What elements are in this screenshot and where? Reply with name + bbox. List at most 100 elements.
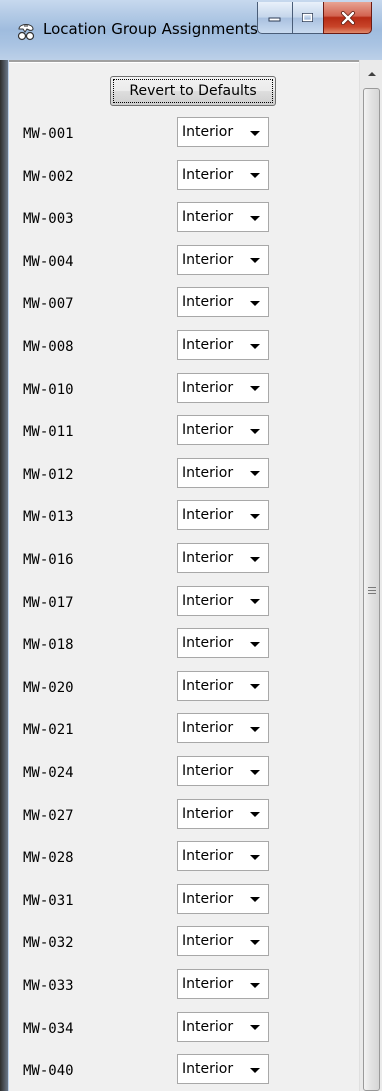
group-dropdown[interactable]: Interior [177, 287, 269, 318]
dropdown-button[interactable] [242, 460, 267, 486]
dropdown-button[interactable] [242, 247, 267, 273]
dropdown-button[interactable] [242, 545, 267, 571]
list-item: MW-032 Interior [9, 926, 349, 962]
group-dropdown[interactable]: Interior [177, 543, 269, 573]
list-item: MW-034 Interior [9, 1011, 349, 1048]
title-bar[interactable]: Location Group Assignments [0, 0, 382, 48]
group-dropdown[interactable]: Interior [177, 670, 269, 701]
dropdown-button[interactable] [242, 673, 267, 699]
group-dropdown[interactable]: Interior [177, 969, 269, 999]
dropdown-button[interactable] [242, 630, 267, 656]
location-id-label: MW-031 [23, 892, 74, 909]
revert-to-defaults-button[interactable]: Revert to Defaults [110, 76, 276, 106]
maximize-icon [302, 12, 313, 22]
dropdown-button[interactable] [242, 1014, 267, 1040]
group-dropdown[interactable]: Interior [177, 798, 269, 829]
group-dropdown[interactable]: Interior [177, 159, 269, 190]
group-dropdown[interactable]: Interior [177, 244, 269, 275]
dropdown-button[interactable] [242, 715, 267, 741]
group-dropdown[interactable]: Interior [177, 1054, 269, 1085]
chevron-down-icon [249, 513, 260, 519]
location-id-label: MW-033 [23, 978, 74, 994]
group-dropdown[interactable]: Interior [177, 841, 269, 872]
client-area: Revert to Defaults MW-001 Interior MW-002 I… [9, 60, 382, 1091]
group-dropdown[interactable]: Interior [177, 202, 269, 233]
dropdown-button[interactable] [242, 332, 267, 358]
scroll-up-button[interactable] [360, 62, 382, 86]
location-id-label: MW-007 [23, 296, 74, 313]
location-id-label: MW-013 [23, 509, 74, 526]
list-item: MW-033 Interior [9, 969, 349, 1005]
group-dropdown[interactable]: Interior [177, 500, 269, 531]
scrollbar-thumb[interactable] [363, 88, 380, 1091]
dropdown-button[interactable] [242, 801, 267, 827]
list-item: MW-013 Interior [9, 500, 349, 536]
group-dropdown-value: Interior [182, 124, 234, 140]
list-item: MW-004 Interior [9, 244, 349, 281]
chevron-down-icon [249, 343, 260, 349]
group-dropdown[interactable]: Interior [177, 628, 269, 659]
group-dropdown-value: Interior [182, 890, 234, 907]
group-dropdown[interactable]: Interior [177, 415, 269, 446]
dropdown-button[interactable] [242, 289, 267, 315]
group-dropdown-value: Interior [182, 933, 234, 950]
group-dropdown[interactable]: Interior [177, 585, 269, 616]
dropdown-button[interactable] [242, 928, 267, 954]
group-dropdown-value: Interior [182, 677, 234, 694]
group-dropdown-value: Interior [182, 720, 234, 737]
group-dropdown-value: Interior [182, 337, 234, 353]
list-item: MW-020 Interior [9, 670, 349, 707]
dropdown-button[interactable] [242, 588, 267, 614]
chevron-down-icon [249, 641, 260, 647]
group-dropdown[interactable]: Interior [177, 926, 269, 957]
list-item: MW-028 Interior [9, 841, 349, 877]
chevron-down-icon [249, 982, 260, 988]
group-dropdown[interactable]: Interior [177, 330, 269, 360]
group-dropdown-value: Interior [182, 635, 234, 652]
list-item: MW-017 Interior [9, 585, 349, 622]
group-dropdown-value: Interior [182, 805, 234, 822]
chevron-down-icon [249, 471, 260, 477]
dropdown-button[interactable] [242, 502, 267, 528]
dropdown-button[interactable] [242, 204, 267, 230]
vertical-scrollbar[interactable] [359, 60, 382, 1091]
location-id-label: MW-010 [23, 381, 74, 398]
dropdown-button[interactable] [242, 971, 267, 997]
dropdown-button[interactable] [242, 417, 267, 443]
minimize-button[interactable] [257, 2, 293, 34]
group-dropdown-value: Interior [182, 209, 234, 226]
dropdown-button[interactable] [242, 886, 267, 912]
chevron-up-icon [367, 72, 376, 76]
group-dropdown[interactable]: Interior [177, 117, 269, 147]
chevron-down-icon [249, 258, 260, 264]
dropdown-button[interactable] [242, 758, 267, 784]
dropdown-button[interactable] [242, 162, 267, 188]
divider [9, 60, 382, 63]
group-dropdown[interactable]: Interior [177, 1011, 269, 1042]
location-id-label: MW-032 [23, 935, 74, 952]
group-dropdown[interactable]: Interior [177, 756, 269, 786]
dropdown-button[interactable] [242, 1056, 267, 1082]
location-id-label: MW-008 [23, 339, 74, 355]
dropdown-button[interactable] [242, 375, 267, 401]
group-dropdown[interactable]: Interior [177, 457, 269, 488]
dropdown-button[interactable] [242, 119, 267, 145]
maximize-button[interactable] [292, 2, 324, 34]
group-dropdown[interactable]: Interior [177, 883, 269, 914]
group-dropdown-value: Interior [182, 550, 234, 566]
grip-icon [368, 587, 376, 594]
window-left-edge [0, 60, 8, 1091]
group-dropdown[interactable]: Interior [177, 713, 269, 744]
chevron-down-icon [249, 1067, 260, 1073]
window: Location Group Assignments Revert to Def… [0, 0, 382, 1091]
group-dropdown[interactable]: Interior [177, 372, 269, 403]
revert-to-defaults-label: Revert to Defaults [129, 83, 257, 99]
chevron-down-icon [249, 556, 260, 562]
list-item: MW-002 Interior [9, 159, 349, 196]
location-id-label: MW-027 [23, 807, 74, 824]
list-item: MW-027 Interior [9, 798, 349, 835]
close-button[interactable] [323, 2, 372, 34]
dropdown-button[interactable] [242, 843, 267, 869]
chevron-down-icon [249, 173, 260, 179]
group-dropdown-value: Interior [182, 422, 234, 439]
